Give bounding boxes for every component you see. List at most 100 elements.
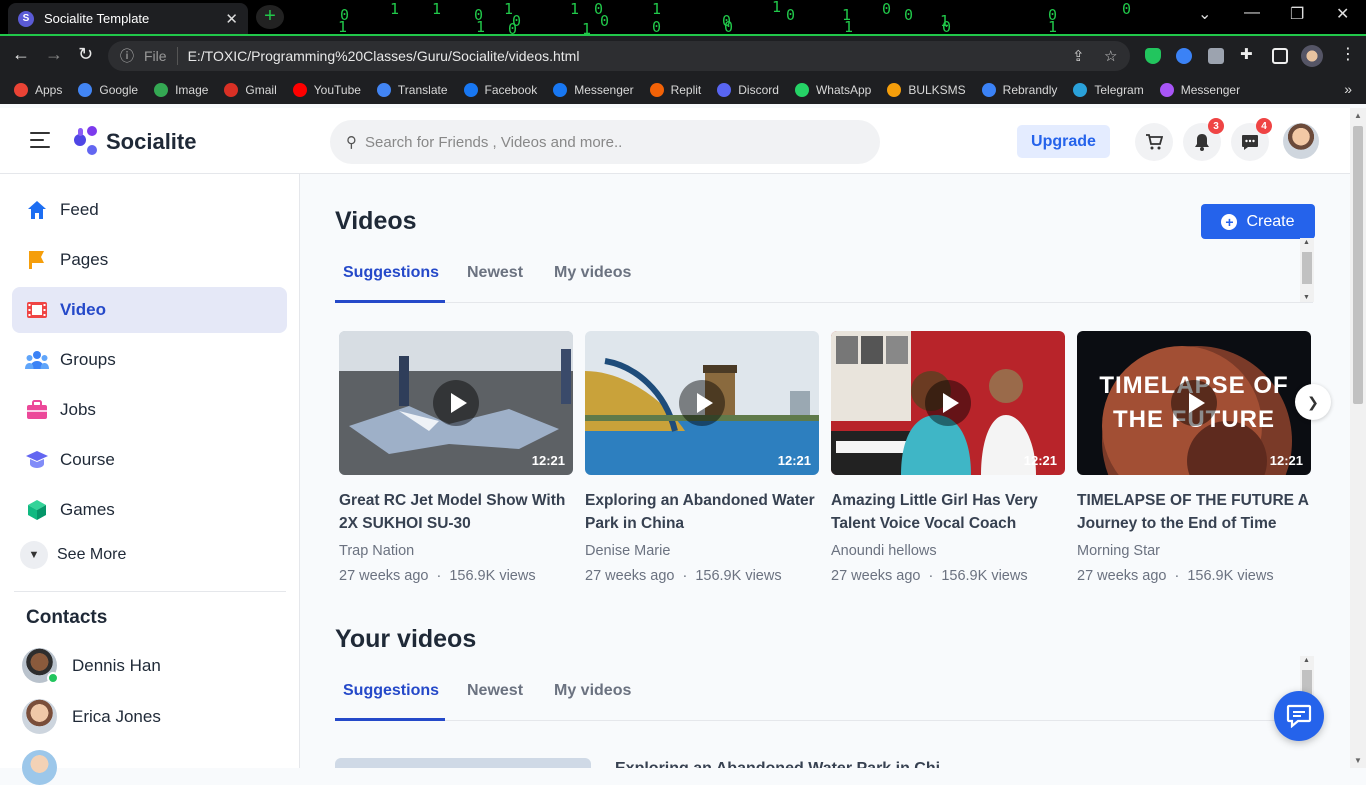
reload-icon[interactable]: ↻ bbox=[78, 44, 93, 65]
video-card[interactable]: TIMELAPSE OF THE FUTURE 12:21 TIMELAPSE OF… bbox=[1077, 331, 1311, 584]
profile-avatar[interactable] bbox=[1301, 45, 1323, 67]
bookmark-telegram[interactable]: Telegram bbox=[1073, 83, 1144, 97]
video-thumbnail[interactable]: TIMELAPSE OF THE FUTURE 12:21 bbox=[1077, 331, 1311, 475]
search-bar[interactable]: ⚲ bbox=[330, 120, 880, 164]
more-bookmarks-icon[interactable]: » bbox=[1344, 81, 1352, 97]
video-thumbnail[interactable]: 12:21 bbox=[339, 331, 573, 475]
video-thumbnail[interactable]: 12:21 bbox=[831, 331, 1065, 475]
url-text[interactable]: E:/TOXIC/Programming%20Classes/Guru/Soci… bbox=[188, 48, 580, 64]
user-avatar[interactable] bbox=[1283, 123, 1319, 159]
video-title[interactable]: Exploring an Abandoned Water Park in Chi bbox=[615, 760, 940, 768]
contact-avatar bbox=[22, 699, 57, 734]
video-title[interactable]: TIMELAPSE OF THE FUTURE A Journey to the… bbox=[1077, 489, 1311, 535]
sidebar-item-course[interactable]: Course bbox=[12, 437, 287, 483]
tab-suggestions[interactable]: Suggestions bbox=[343, 264, 439, 282]
notifications-button[interactable]: 3 bbox=[1183, 118, 1224, 161]
video-card[interactable]: 12:21 Amazing Little Girl Has Very Talent… bbox=[831, 331, 1065, 584]
bookmark-star-icon[interactable]: ☆ bbox=[1104, 47, 1117, 65]
upgrade-button[interactable]: Upgrade bbox=[1017, 125, 1110, 158]
bookmark-rebrandly[interactable]: Rebrandly bbox=[981, 83, 1057, 97]
close-window-icon[interactable]: ✕ bbox=[1336, 4, 1349, 24]
bell-icon bbox=[1195, 134, 1209, 151]
scroll-down-icon[interactable]: ▼ bbox=[1354, 756, 1362, 765]
video-channel[interactable]: Anoundi hellows bbox=[831, 543, 1065, 559]
sidebar-item-jobs[interactable]: Jobs bbox=[12, 387, 287, 433]
search-input[interactable] bbox=[365, 133, 845, 151]
new-tab-button[interactable]: + bbox=[256, 5, 284, 29]
bookmark-messenger[interactable]: Messenger bbox=[553, 83, 634, 97]
bookmark-translate[interactable]: Translate bbox=[376, 83, 448, 97]
minimize-icon[interactable]: — bbox=[1244, 4, 1260, 22]
page-scrollbar[interactable]: ▲ ▼ bbox=[1350, 108, 1366, 768]
forward-icon[interactable]: → bbox=[45, 44, 63, 65]
bookmark-google[interactable]: Google bbox=[78, 83, 138, 97]
tab-my-videos[interactable]: My videos bbox=[554, 264, 631, 282]
tab-newest[interactable]: Newest bbox=[467, 264, 523, 282]
shield-extension-icon[interactable] bbox=[1145, 48, 1161, 64]
create-button[interactable]: + Create bbox=[1201, 204, 1315, 239]
sidebar-item-groups[interactable]: Groups bbox=[12, 337, 287, 383]
scroll-up-icon[interactable]: ▲ bbox=[1354, 111, 1362, 120]
bookmark-messenger[interactable]: Messenger bbox=[1159, 83, 1240, 97]
page-title: Videos bbox=[335, 207, 417, 235]
back-icon[interactable]: ← bbox=[12, 44, 30, 65]
play-icon[interactable] bbox=[925, 380, 971, 426]
puzzle-extensions-icon[interactable]: ✚ bbox=[1240, 45, 1256, 63]
bookmark-gmail[interactable]: Gmail bbox=[224, 83, 277, 97]
chevron-down-icon: ▼ bbox=[20, 541, 48, 569]
video-card[interactable]: 12:21 Exploring an Abandoned Water Park i… bbox=[585, 331, 819, 584]
play-icon[interactable] bbox=[1171, 380, 1217, 426]
play-icon[interactable] bbox=[433, 380, 479, 426]
video-channel[interactable]: Denise Marie bbox=[585, 543, 819, 559]
video-channel[interactable]: Morning Star bbox=[1077, 543, 1311, 559]
share-icon[interactable]: ⇪ bbox=[1072, 47, 1085, 65]
address-bar[interactable]: ⓘ File E:/TOXIC/Programming%20Classes/Gu… bbox=[108, 41, 1130, 71]
video-title[interactable]: Amazing Little Girl Has Very Talent Voic… bbox=[831, 489, 1065, 535]
info-icon[interactable]: ⓘ bbox=[120, 46, 134, 66]
play-icon[interactable] bbox=[679, 380, 725, 426]
sidebar-item-games[interactable]: Games bbox=[12, 487, 287, 533]
google-image-icon bbox=[154, 83, 169, 97]
bookmark-replit[interactable]: Replit bbox=[649, 83, 701, 97]
bookmark-whatsapp[interactable]: WhatsApp bbox=[794, 83, 871, 97]
video-thumbnail[interactable] bbox=[335, 758, 591, 768]
side-panel-icon[interactable] bbox=[1272, 48, 1288, 64]
menu-kebab-icon[interactable]: ⋮ bbox=[1340, 44, 1356, 63]
tab-my-videos[interactable]: My videos bbox=[554, 682, 631, 700]
tab-search-chevron-icon[interactable]: ⌄ bbox=[1198, 4, 1211, 24]
scrollbar-thumb[interactable] bbox=[1353, 126, 1363, 404]
carousel-next-button[interactable]: ❯ bbox=[1295, 384, 1331, 420]
video-thumbnail[interactable]: 12:21 bbox=[585, 331, 819, 475]
chat-fab-button[interactable] bbox=[1274, 691, 1324, 741]
see-more-button[interactable]: ▼ See More bbox=[20, 541, 126, 569]
bookmark-youtube[interactable]: YouTube bbox=[292, 83, 361, 97]
video-age: 27 weeks ago bbox=[1077, 568, 1167, 584]
contact-item[interactable]: Dennis Han bbox=[22, 648, 161, 684]
bookmark-discord[interactable]: Discord bbox=[717, 83, 779, 97]
bookmark-apps[interactable]: Apps bbox=[14, 83, 62, 97]
video-title[interactable]: Great RC Jet Model Show With 2X SUKHOI S… bbox=[339, 489, 573, 535]
brand-name[interactable]: Socialite bbox=[106, 129, 196, 155]
telegram-icon bbox=[1073, 83, 1088, 97]
video-card[interactable]: 12:21 Great RC Jet Model Show With 2X SUK… bbox=[339, 331, 573, 584]
contact-item[interactable]: Erica Jones bbox=[22, 699, 161, 734]
replit-icon bbox=[649, 83, 664, 97]
video-channel[interactable]: Trap Nation bbox=[339, 543, 573, 559]
extension-icon[interactable] bbox=[1176, 48, 1192, 64]
bookmark-facebook[interactable]: Facebook bbox=[463, 83, 537, 97]
bookmark-bulksms[interactable]: BULKSMS bbox=[887, 83, 966, 97]
extension-icon[interactable] bbox=[1208, 48, 1224, 64]
close-tab-icon[interactable]: ✕ bbox=[225, 10, 238, 28]
sidebar-item-video[interactable]: Video bbox=[12, 287, 287, 333]
tab-suggestions[interactable]: Suggestions bbox=[343, 682, 439, 700]
bookmark-image[interactable]: Image bbox=[154, 83, 208, 97]
cart-button[interactable] bbox=[1135, 123, 1173, 161]
sidebar-item-feed[interactable]: Feed bbox=[12, 187, 287, 233]
messages-button[interactable]: 4 bbox=[1231, 118, 1272, 161]
sidebar-item-pages[interactable]: Pages bbox=[12, 237, 287, 283]
restore-icon[interactable]: ❐ bbox=[1290, 4, 1304, 24]
hamburger-menu-icon[interactable] bbox=[30, 132, 50, 153]
browser-tab[interactable]: S Socialite Template ✕ bbox=[8, 3, 248, 34]
video-title[interactable]: Exploring an Abandoned Water Park in Chi… bbox=[585, 489, 819, 535]
tab-newest[interactable]: Newest bbox=[467, 682, 523, 700]
